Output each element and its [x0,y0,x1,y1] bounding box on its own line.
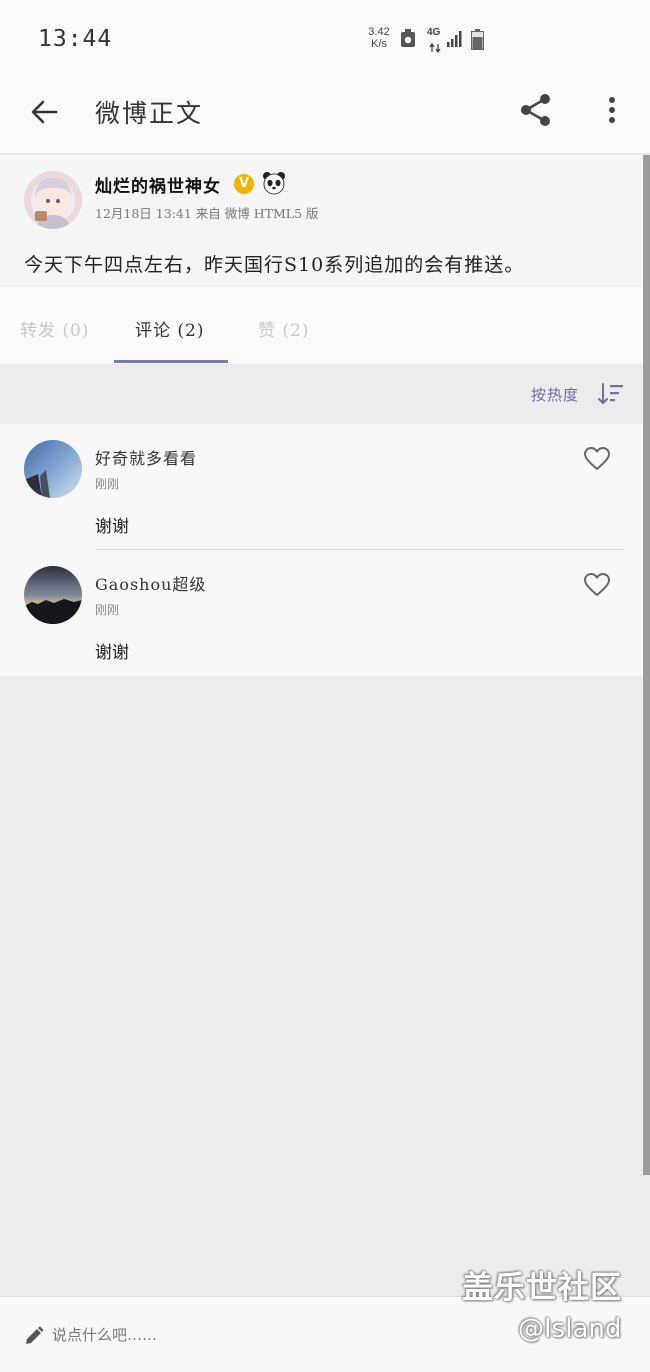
like-comment-button[interactable] [583,572,611,598]
status-bar: 13:44 3.42 K/s 4G [0,0,650,78]
heart-icon [584,573,610,596]
comment-text: 谢谢 [95,517,129,537]
data-arrows-icon [429,38,441,57]
commenter-avatar[interactable] [24,566,82,624]
signal-icon [446,30,464,52]
commenter-name[interactable]: 好奇就多看看 [95,445,197,469]
comment-list: 好奇就多看看 刚刚 谢谢 Gaoshou超级 刚刚 谢谢 [0,424,643,676]
watermark-handle: @Island [518,1314,622,1344]
watermark: 盖乐世社区 [462,1270,622,1306]
post-meta: 12月18日 13:41 来自 微博 HTML5 版 [95,206,319,221]
network-type: 4G [427,27,441,38]
commenter-name[interactable]: Gaoshou超级 [95,571,206,595]
comment-input-placeholder: 说点什么吧…… [52,1326,158,1344]
more-options-button[interactable] [596,92,626,128]
weibo-post: 灿烂的祸世神女 V 12月18日 13:41 来自 微博 HTML5 版 今天下… [0,155,643,287]
comment-item: Gaoshou超级 刚刚 谢谢 [0,550,643,676]
sort-by-hot-button[interactable]: 按热度 [531,384,579,405]
like-comment-button[interactable] [583,446,611,472]
sort-bar: 按热度 [0,364,643,424]
comment-text: 谢谢 [95,643,129,663]
share-icon [521,94,550,126]
tab-reposts[interactable]: 转发 (0) [20,316,89,341]
data-saver-icon [400,28,416,52]
heart-icon [584,447,610,470]
back-button[interactable] [26,94,62,130]
comment-time: 刚刚 [95,477,120,491]
app-bar: 微博正文 [0,78,650,154]
page-title: 微博正文 [95,99,204,128]
author-name[interactable]: 灿烂的祸世神女 [95,172,221,197]
network-speed: 3.42 K/s [364,26,394,50]
tab-comments[interactable]: 评论 (2) [135,316,204,341]
comment-input[interactable]: 说点什么吧…… [24,1321,324,1349]
sort-icon[interactable] [597,382,625,410]
pencil-icon [24,1326,44,1350]
more-vertical-icon [609,97,615,123]
tab-likes[interactable]: 赞 (2) [258,316,309,341]
back-arrow-icon [31,100,58,124]
post-tabs: 转发 (0) 评论 (2) 赞 (2) [0,287,643,364]
panda-icon [262,171,286,199]
network-speed-value: 3.42 [368,26,390,38]
verified-badge-icon: V [234,174,254,194]
scrollbar[interactable] [643,155,650,1175]
commenter-avatar[interactable] [24,440,82,498]
active-tab-indicator [114,360,228,363]
battery-icon [471,29,484,54]
comment-item: 好奇就多看看 刚刚 谢谢 [0,424,643,550]
author-avatar[interactable] [24,171,82,229]
network-speed-unit: K/s [371,38,387,50]
share-button[interactable] [518,92,554,128]
post-text: 今天下午四点左右，昨天国行S10系列追加的会有推送。 [24,254,525,276]
status-time: 13:44 [38,26,113,52]
comment-time: 刚刚 [95,603,120,617]
